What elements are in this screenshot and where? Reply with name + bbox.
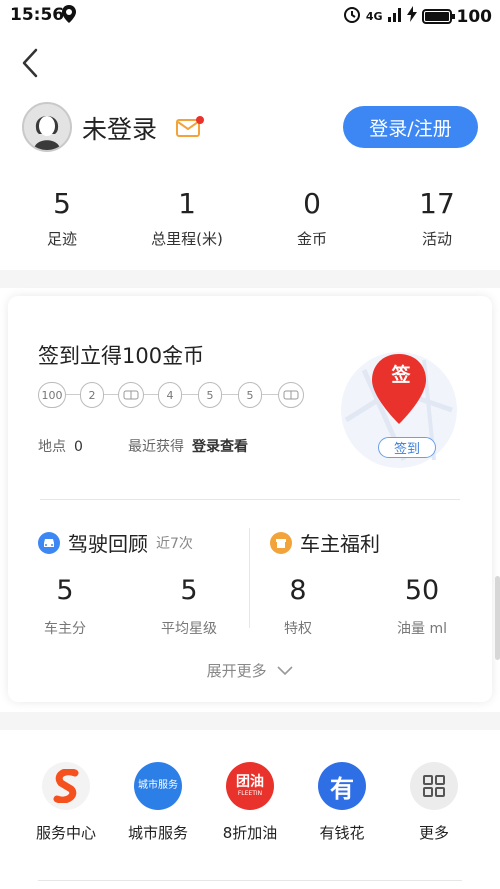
service-label: 服务中心 [35,824,96,842]
expand-more-label: 展开更多 [206,662,267,680]
stat-label: 金币 [296,230,327,248]
benefit-icon [270,531,292,554]
charging-icon [406,6,417,27]
gift-box-icon [118,382,144,408]
message-icon[interactable] [176,116,204,138]
more-grid-icon [410,762,458,810]
recent-earned: 最近获得 登录查看 [128,436,248,456]
signin-day-progress: 100 2 4 5 5 [38,382,308,408]
stat-mileage[interactable]: 1 总里程(米) [125,186,250,249]
metric-label: 车主分 [44,621,86,637]
driving-review-header[interactable]: 驾驶回顾 近7次 [38,528,193,557]
metric-value: 5 [56,575,74,606]
location-indicator-icon [62,5,76,28]
stat-label: 活动 [421,230,452,248]
user-nickname: 未登录 [82,115,158,144]
stat-value: 1 [178,187,196,220]
stat-value: 5 [53,187,71,220]
divider [40,499,460,500]
signin-day: 2 [80,382,104,408]
user-stats: 5 足迹 1 总里程(米) 0 金币 17 活动 [0,186,500,256]
battery-level: 100 [456,6,493,27]
chevron-left-icon [22,48,38,78]
stat-coins[interactable]: 0 金币 [250,186,375,249]
metric-label: 油量 ml [397,621,447,637]
back-button[interactable] [18,46,44,80]
fuel-discount[interactable]: 团油 FLEETIN 8折加油 [202,762,298,843]
service-label: 城市服务 [127,824,188,842]
vertical-divider [249,528,250,628]
city-service-icon: 城市服务 [134,762,182,810]
recent-label: 最近获得 [128,439,184,455]
service-label: 8折加油 [222,824,278,842]
service-label: 有钱花 [319,824,365,842]
metric-value: 8 [289,575,307,606]
signin-title: 签到立得100金币 [38,344,205,368]
service-center-icon [42,762,90,810]
credit-icon-text: 有 [330,774,354,803]
location-value: 0 [74,439,83,455]
credit-service[interactable]: 有 有钱花 [294,762,390,843]
scrollbar[interactable] [495,576,500,660]
metric-privileges[interactable]: 8 特权 [253,574,343,638]
owner-benefits-title: 车主福利 [300,532,380,556]
login-to-view-link[interactable]: 登录查看 [192,439,248,455]
stat-label: 足迹 [46,230,77,248]
metric-label: 特权 [284,621,312,637]
chevron-down-icon [277,666,293,676]
avatar[interactable] [22,102,72,152]
service-label: 更多 [418,824,449,842]
stat-value: 17 [419,187,455,220]
stat-value: 0 [303,187,321,220]
status-bar: 15:56 4G 100 [0,0,500,30]
status-right: 4G 100 [343,5,492,28]
credit-icon: 有 [318,762,366,810]
metric-fuel[interactable]: 50 油量 ml [377,574,467,638]
signin-day: 100 [38,382,66,408]
section-gap [0,712,500,730]
signin-marker-text: 签 [391,364,411,386]
fuel-discount-icon: 团油 FLEETIN [226,762,274,810]
signin-day: 4 [158,382,182,408]
signin-day: 5 [198,382,222,408]
metric-average-stars[interactable]: 5 平均星级 [144,574,234,638]
network-icon: 4G [365,10,383,23]
alarm-icon [343,5,361,28]
city-service-icon-text: 城市服务 [138,780,178,791]
signal-icon [387,6,402,27]
stat-label: 总里程(米) [151,230,223,248]
location-count: 地点 0 [38,436,83,456]
driving-review-subtitle: 近7次 [156,535,193,552]
city-service[interactable]: 城市服务 城市服务 [110,762,206,843]
metric-owner-score[interactable]: 5 车主分 [20,574,110,638]
service-center[interactable]: 服务中心 [18,762,114,843]
metric-label: 平均星级 [161,621,217,637]
battery-icon [421,9,455,24]
divider [38,880,462,881]
stat-footprints[interactable]: 5 足迹 [0,186,125,249]
login-register-button[interactable]: 登录/注册 [343,106,478,148]
status-time: 15:56 [10,5,65,25]
section-gap [0,270,500,288]
gift-box-icon [278,382,304,408]
checkin-button[interactable]: 签到 [378,437,436,458]
stat-activities[interactable]: 17 活动 [375,186,500,249]
signin-driving-card: 签到立得100金币 100 2 4 5 5 地点 0 最近获得 登录查看 签 签到 [8,296,492,702]
fuel-icon-subtext: FLEETIN [237,790,263,797]
car-icon [38,531,60,554]
default-avatar-icon [24,104,70,150]
owner-benefits-header[interactable]: 车主福利 [270,528,380,557]
metric-value: 5 [180,575,198,606]
driving-review-title: 驾驶回顾 [68,532,148,556]
expand-more-button[interactable]: 展开更多 [8,660,492,681]
location-label: 地点 [38,439,66,455]
signin-day: 5 [238,382,262,408]
more-services[interactable]: 更多 [386,762,482,843]
fuel-icon-text: 团油 [236,774,264,790]
metric-value: 50 [404,575,440,606]
